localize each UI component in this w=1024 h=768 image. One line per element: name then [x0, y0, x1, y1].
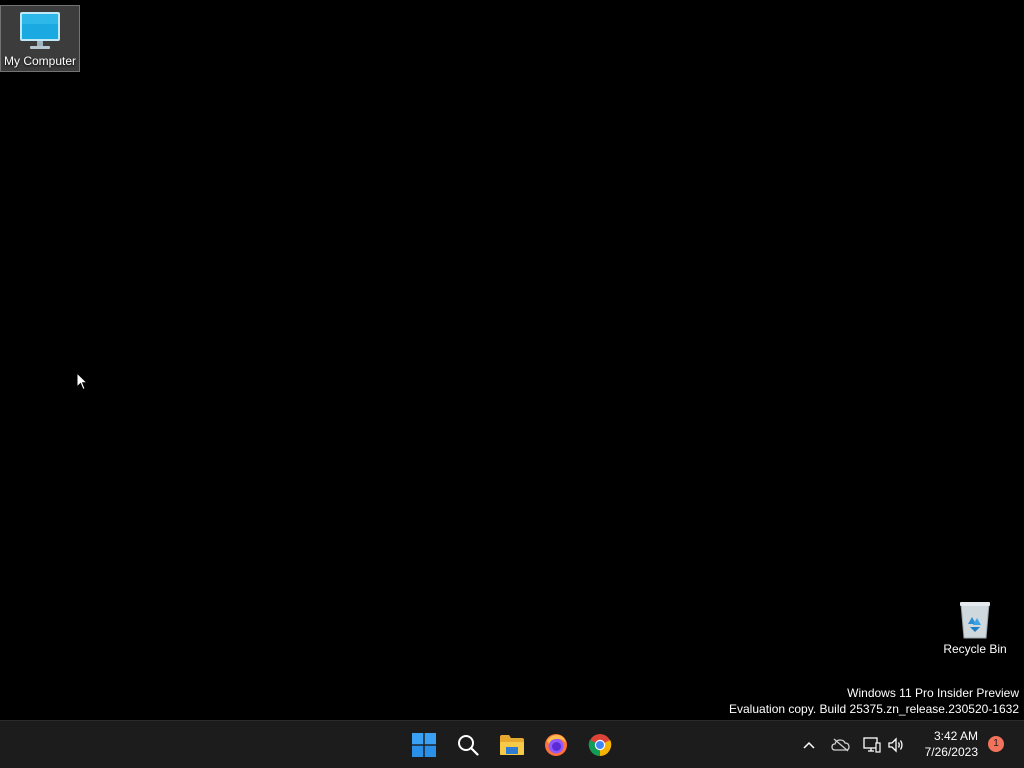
desktop-icon-recycle-bin[interactable]: Recycle Bin [936, 594, 1014, 659]
search-button[interactable] [450, 728, 486, 762]
notification-badge[interactable]: 1 [988, 736, 1004, 752]
desktop-icon-label: Recycle Bin [943, 642, 1007, 656]
network-button[interactable] [861, 734, 883, 756]
file-explorer-button[interactable] [494, 728, 530, 762]
watermark-line-2: Evaluation copy. Build 25375.zn_release.… [729, 702, 1019, 716]
clock-button[interactable]: 3:42 AM 7/26/2023 [925, 728, 978, 760]
mouse-cursor-icon [76, 372, 88, 391]
network-icon [863, 737, 881, 753]
folder-icon [500, 735, 524, 755]
taskbar: 3:42 AM 7/26/2023 [0, 720, 1024, 768]
onedrive-offline-icon [831, 738, 850, 752]
chrome-icon [588, 734, 612, 756]
search-icon [458, 735, 479, 756]
chrome-button[interactable] [582, 728, 618, 762]
desktop[interactable]: My Computer Recycle Bin Windows 11 Pro I… [0, 0, 1024, 720]
watermark-line-1: Windows 11 Pro Insider Preview [847, 686, 1019, 700]
desktop-icon-my-computer[interactable]: My Computer [0, 5, 80, 72]
evaluation-watermark: Windows 11 Pro Insider Preview Evaluatio… [729, 685, 1019, 717]
volume-icon [888, 737, 903, 753]
clock-date: 7/26/2023 [924, 745, 978, 759]
show-hidden-icons-button[interactable] [798, 734, 820, 756]
volume-button[interactable] [885, 734, 907, 756]
onedrive-status-button[interactable] [830, 734, 852, 756]
windows-start-icon [412, 733, 436, 757]
firefox-icon [545, 734, 567, 756]
desktop-icon-label: My Computer [3, 54, 77, 68]
monitor-icon [18, 10, 62, 52]
start-button[interactable] [406, 728, 442, 762]
chevron-up-icon [803, 741, 815, 749]
recycle-bin-icon [953, 598, 997, 640]
clock-time: 3:42 AM [933, 729, 978, 743]
firefox-button[interactable] [538, 728, 574, 762]
